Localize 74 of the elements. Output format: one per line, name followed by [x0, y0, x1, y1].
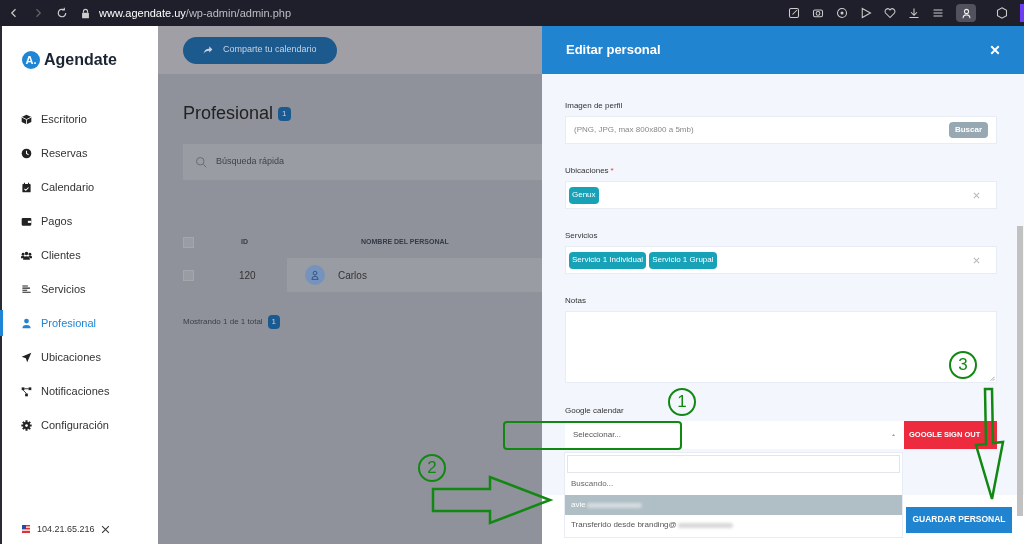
- logo-text: Agendate: [44, 50, 117, 70]
- wallet-icon: [21, 215, 32, 227]
- page-button[interactable]: 1: [267, 315, 281, 329]
- person-icon: [21, 317, 32, 329]
- address-bar[interactable]: www.agendate.uy/wp-admin/admin.php: [99, 4, 291, 22]
- sidebar-item[interactable]: Clientes: [2, 238, 158, 272]
- search-icon: [195, 156, 207, 168]
- modal-header: Editar personal: [542, 26, 1024, 74]
- close-icon[interactable]: [100, 524, 110, 534]
- extensions-icon[interactable]: [996, 7, 1008, 19]
- select-field[interactable]: Seleccionar...: [565, 421, 904, 449]
- play-icon[interactable]: [860, 7, 872, 19]
- sidebar-item[interactable]: Servicios: [2, 272, 158, 306]
- nodes-icon: [21, 385, 32, 397]
- sidebar-item[interactable]: Pagos: [2, 204, 158, 238]
- heart-icon[interactable]: [884, 7, 896, 19]
- tag-select-field[interactable]: Genux: [565, 181, 997, 209]
- sidebar-item[interactable]: Ubicaciones: [2, 340, 158, 374]
- tag: Genux: [569, 186, 599, 204]
- search-field[interactable]: Búsqueda rápida: [183, 144, 542, 180]
- profile-button[interactable]: [956, 4, 976, 22]
- person-icon: [310, 270, 320, 280]
- field-label: Ubicaciones: [565, 165, 609, 177]
- pagination-summary: Mostrando 1 de 1 total: [183, 316, 263, 328]
- table-cell-text: Carlos: [338, 268, 367, 283]
- step-number-badge: 2: [418, 454, 446, 482]
- logo-mark: A.: [22, 51, 40, 69]
- person-icon: [960, 7, 972, 19]
- tag: Servicio 1 Individual: [569, 251, 647, 269]
- users-icon: [21, 249, 32, 261]
- settings-icon: [21, 419, 32, 431]
- dropdown-option[interactable]: Transferido desde branding@: [565, 515, 902, 535]
- tag-select-field[interactable]: Servicio 1 Individual Servicio 1 Grupal: [565, 246, 997, 274]
- save-button[interactable]: GUARDAR PERSONAL: [906, 506, 1012, 533]
- field-label: Google calendar: [565, 405, 624, 417]
- sidebar-item[interactable]: Reservas: [2, 136, 158, 170]
- reload-icon[interactable]: [56, 7, 68, 19]
- lines-icon: [21, 283, 32, 295]
- lock-icon: [80, 7, 91, 19]
- required-mark: *: [610, 165, 614, 177]
- camera-icon[interactable]: [812, 7, 824, 19]
- download-icon[interactable]: [908, 7, 920, 19]
- share-button[interactable]: Comparte tu calendario: [183, 36, 337, 64]
- sidebar-item[interactable]: Profesional: [2, 306, 158, 340]
- sliders-icon[interactable]: [932, 7, 944, 19]
- loading-text: Buscando...: [570, 478, 615, 490]
- navigation-arrow-icon: [21, 351, 32, 363]
- sidebar-item[interactable]: Calendario: [2, 170, 158, 204]
- flag-icon: [21, 525, 31, 534]
- sidebar-item[interactable]: Escritorio: [2, 102, 158, 136]
- resize-handle-icon: [990, 376, 995, 381]
- tag: Servicio 1 Grupal: [649, 251, 717, 269]
- sidebar-item[interactable]: Configuración: [2, 408, 158, 442]
- file-field[interactable]: (PNG, JPG, max 800x800 a 5mb) Buscar: [565, 116, 997, 144]
- page-title: Profesional: [183, 102, 274, 125]
- step-number-badge: 1: [668, 388, 696, 416]
- dropdown-search-field[interactable]: [567, 455, 900, 473]
- ip-address: 104.21.65.216: [37, 522, 95, 536]
- caret-up-icon: [891, 433, 896, 437]
- sidebar-item[interactable]: Notificaciones: [2, 374, 158, 408]
- clock-icon: [21, 147, 32, 159]
- field-label: Notas: [565, 295, 586, 307]
- redacted-text: [677, 522, 733, 528]
- share-arrow-icon: [203, 45, 213, 55]
- count-badge: 1: [278, 106, 291, 121]
- redacted-text: [586, 502, 642, 508]
- notes-field[interactable]: [565, 311, 997, 383]
- table-cell-text: 120: [239, 268, 257, 283]
- accent-strip: [1020, 4, 1024, 22]
- step-number-badge: 3: [949, 351, 977, 379]
- field-label: Servicios: [565, 230, 598, 242]
- calendar-icon: [21, 181, 32, 193]
- field-label: Imagen de perfil: [565, 100, 623, 112]
- cube-icon: [21, 113, 32, 125]
